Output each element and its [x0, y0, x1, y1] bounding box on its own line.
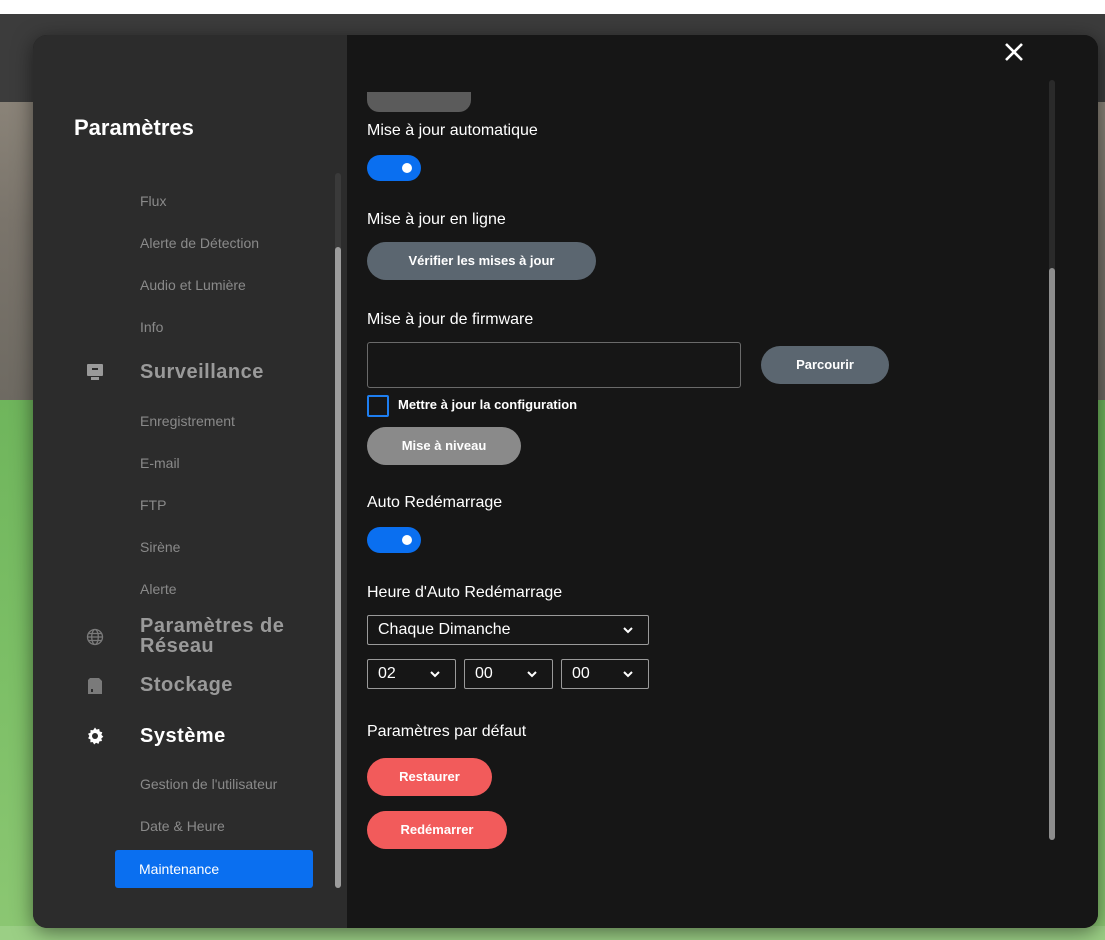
online-update-label: Mise à jour en ligne — [367, 211, 506, 228]
sidebar-section-storage[interactable]: Stockage — [140, 675, 233, 695]
sidebar-item-email[interactable]: E-mail — [140, 455, 180, 471]
gear-icon — [86, 727, 104, 745]
sidebar-section-surveillance[interactable]: Surveillance — [140, 362, 264, 382]
sidebar-item-siren[interactable]: Sirène — [140, 539, 180, 555]
reboot-hour-select[interactable]: 02 — [367, 659, 456, 689]
chevron-down-icon — [527, 671, 537, 678]
auto-update-toggle[interactable] — [367, 155, 421, 181]
chevron-down-icon — [623, 627, 633, 634]
auto-reboot-toggle[interactable] — [367, 527, 421, 553]
sidebar-item-recording[interactable]: Enregistrement — [140, 413, 235, 429]
globe-icon — [86, 628, 104, 646]
browse-button[interactable]: Parcourir — [761, 346, 889, 384]
chevron-down-icon — [430, 671, 440, 678]
sidebar-item-info[interactable]: Info — [140, 319, 163, 335]
reboot-second-select[interactable]: 00 — [561, 659, 649, 689]
sd-card-icon — [86, 677, 104, 695]
auto-update-label: Mise à jour automatique — [367, 122, 538, 139]
chevron-down-icon — [623, 671, 633, 678]
sidebar-item-flux[interactable]: Flux — [140, 193, 166, 209]
check-updates-button[interactable]: Vérifier les mises à jour — [367, 242, 596, 280]
sidebar-item-maintenance[interactable]: Maintenance — [115, 850, 313, 888]
close-button[interactable] — [998, 36, 1030, 68]
sidebar-item-date-time[interactable]: Date & Heure — [140, 818, 225, 834]
sidebar-item-detection-alert[interactable]: Alerte de Détection — [140, 235, 259, 251]
partial-button-clipped[interactable] — [367, 92, 471, 112]
reboot-minute-value: 00 — [475, 665, 493, 682]
auto-reboot-label: Auto Redémarrage — [367, 494, 503, 511]
firmware-file-input[interactable] — [367, 342, 741, 388]
update-config-label: Mettre à jour la configuration — [398, 397, 578, 412]
settings-modal: Paramètres Flux Alerte de Détection Audi… — [33, 35, 1098, 928]
background-top — [0, 0, 1105, 14]
monitor-icon — [86, 363, 104, 381]
upgrade-button[interactable]: Mise à niveau — [367, 427, 521, 465]
reboot-time-label: Heure d'Auto Redémarrage — [367, 584, 563, 601]
sidebar-title: Paramètres — [74, 115, 194, 140]
reboot-second-value: 00 — [572, 665, 590, 682]
reboot-day-select[interactable]: Chaque Dimanche — [367, 615, 649, 645]
update-config-checkbox[interactable] — [367, 395, 389, 417]
sidebar-scrollbar-thumb[interactable] — [335, 247, 341, 888]
close-icon — [1005, 43, 1023, 61]
sidebar-item-ftp[interactable]: FTP — [140, 497, 166, 513]
content-scrollbar-thumb[interactable] — [1049, 268, 1055, 840]
sidebar-item-audio-light[interactable]: Audio et Lumière — [140, 277, 246, 293]
reboot-button[interactable]: Redémarrer — [367, 811, 507, 849]
background-bottom — [0, 926, 1105, 940]
sidebar-item-user-management[interactable]: Gestion de l'utilisateur — [140, 776, 277, 792]
reboot-minute-select[interactable]: 00 — [464, 659, 553, 689]
sidebar-item-alert[interactable]: Alerte — [140, 581, 177, 597]
sidebar-section-system[interactable]: Système — [140, 726, 226, 746]
reboot-hour-value: 02 — [378, 665, 396, 682]
restore-button[interactable]: Restaurer — [367, 758, 492, 796]
settings-sidebar: Paramètres Flux Alerte de Détection Audi… — [33, 35, 347, 928]
firmware-update-label: Mise à jour de firmware — [367, 311, 534, 328]
reboot-day-value: Chaque Dimanche — [378, 621, 511, 638]
sidebar-section-network[interactable]: Paramètres de Réseau — [140, 616, 310, 656]
defaults-label: Paramètres par défaut — [367, 723, 527, 740]
